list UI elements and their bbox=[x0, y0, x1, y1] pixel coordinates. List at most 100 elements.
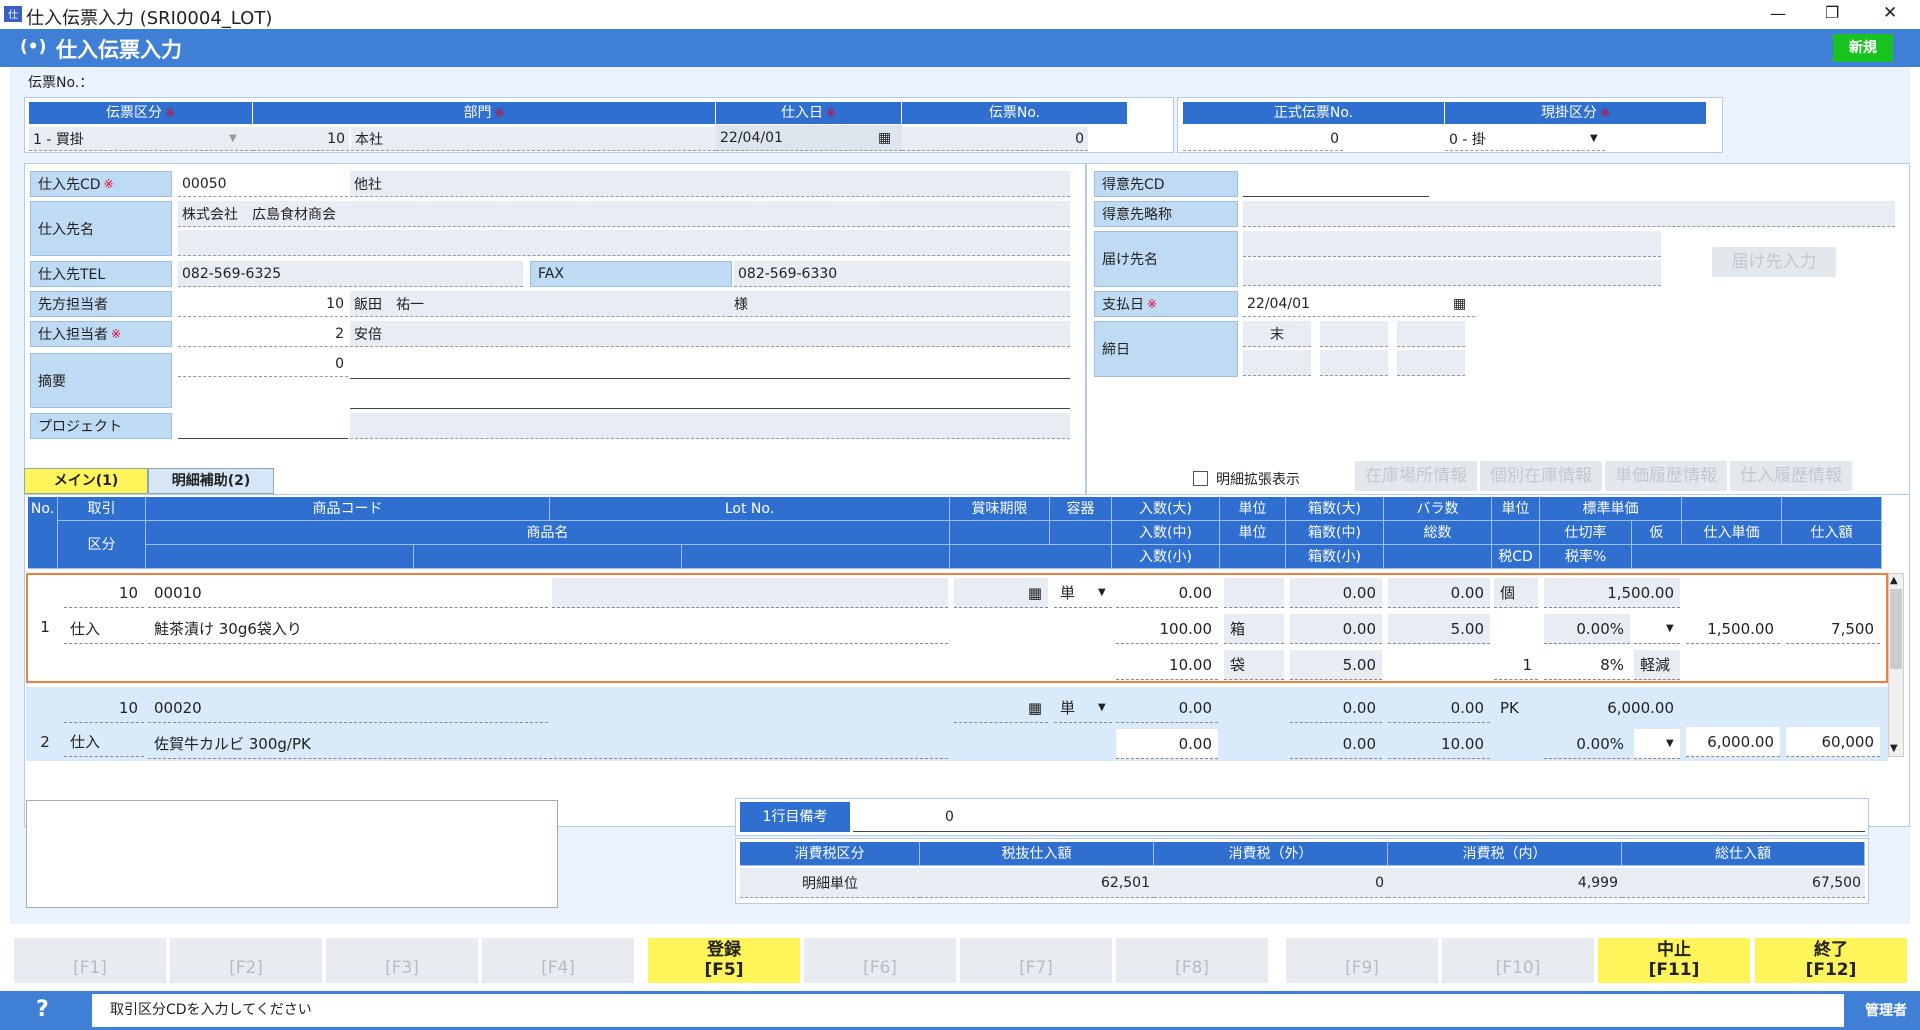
sum-h-net: 税抜仕入額 bbox=[920, 842, 1154, 866]
in-m[interactable]: 100.00 bbox=[1116, 614, 1218, 644]
staff-cd-field[interactable]: 2 bbox=[178, 321, 348, 347]
bara[interactable]: 0.00 bbox=[1388, 578, 1490, 608]
calendar-icon[interactable]: ▦ bbox=[878, 130, 891, 146]
note-value[interactable]: 0 bbox=[853, 802, 1865, 832]
lot-field[interactable] bbox=[552, 578, 948, 608]
box-l[interactable]: 0.00 bbox=[1290, 578, 1382, 608]
in-l[interactable]: 0.00 bbox=[1116, 693, 1218, 723]
box-s[interactable]: 5.00 bbox=[1290, 650, 1382, 680]
h-blank-g bbox=[1632, 545, 1882, 569]
fax-label: FAX bbox=[530, 261, 732, 287]
in-s[interactable]: 10.00 bbox=[1116, 650, 1218, 680]
fkey-10-button[interactable]: [F10] bbox=[1442, 938, 1594, 983]
fkey-6-button[interactable]: [F6] bbox=[804, 938, 956, 983]
h-in-m: 入数(中) bbox=[1112, 521, 1220, 545]
denpyo-kubun-select[interactable]: 1 - 買掛 ▼ bbox=[29, 127, 253, 151]
kobetsu-zaiko-button[interactable]: 個別在庫情報 bbox=[1480, 461, 1602, 491]
box-m[interactable]: 0.00 bbox=[1290, 729, 1382, 759]
total: 10.00 bbox=[1388, 729, 1490, 759]
contact-cd-field[interactable]: 10 bbox=[178, 291, 348, 317]
taxrate: 8% bbox=[1544, 650, 1630, 680]
price[interactable]: 1,500.00 bbox=[1686, 614, 1780, 644]
kari-select[interactable]: ▼ bbox=[1634, 614, 1680, 644]
calendar-icon[interactable]: ▦ bbox=[1028, 584, 1042, 602]
container-select[interactable]: 単 ▼ bbox=[1054, 578, 1112, 608]
seishiki-no-field[interactable]: 0 bbox=[1183, 127, 1343, 151]
kari-select[interactable]: ▼ bbox=[1634, 729, 1680, 759]
fkey-2-button[interactable]: [F2] bbox=[170, 938, 322, 983]
torihiki-cd-field[interactable]: 10 bbox=[64, 693, 144, 723]
pay-date-field[interactable]: 22/04/01 ▦ bbox=[1243, 291, 1475, 317]
tab-sub[interactable]: 明細補助(2) bbox=[148, 468, 274, 494]
memo-textarea[interactable] bbox=[26, 800, 558, 908]
bumon-cd-field[interactable]: 10 bbox=[253, 127, 349, 151]
fkey-label: [F11] bbox=[1648, 960, 1700, 980]
memo-text-1[interactable] bbox=[350, 351, 1070, 379]
customer-short-field bbox=[1243, 201, 1895, 227]
denpyo-no-field: 0 bbox=[902, 127, 1088, 151]
fkey-label: [F3] bbox=[385, 958, 419, 978]
status-message: 取引区分CDを入力してください bbox=[92, 994, 1844, 1027]
memo-cd-field[interactable]: 0 bbox=[178, 351, 348, 377]
close-date-3b bbox=[1397, 350, 1465, 376]
calendar-icon[interactable]: ▦ bbox=[1453, 296, 1466, 312]
minimize-button[interactable]: — bbox=[1770, 4, 1786, 23]
bara[interactable]: 0.00 bbox=[1388, 693, 1490, 723]
dest-input-button[interactable]: 届け先入力 bbox=[1712, 247, 1836, 277]
app-icon: 仕 bbox=[4, 6, 22, 22]
shiire-rireki-button[interactable]: 仕入履歴情報 bbox=[1730, 461, 1852, 491]
calendar-icon[interactable]: ▦ bbox=[1028, 699, 1042, 717]
in-l[interactable]: 0.00 bbox=[1116, 578, 1218, 608]
project-cd-field[interactable] bbox=[178, 413, 348, 439]
fkey-3-button[interactable]: [F3] bbox=[326, 938, 478, 983]
fkey-8-button[interactable]: [F8] bbox=[1116, 938, 1268, 983]
fkey-7-button[interactable]: [F7] bbox=[960, 938, 1112, 983]
project-name-field bbox=[350, 413, 1070, 439]
box-l[interactable]: 0.00 bbox=[1290, 693, 1382, 723]
item-code-field[interactable]: 00020 bbox=[148, 693, 548, 723]
tab-main[interactable]: メイン(1) bbox=[24, 468, 148, 494]
in-m[interactable]: 0.00 bbox=[1116, 729, 1218, 759]
fkey-9-button[interactable]: [F9] bbox=[1286, 938, 1438, 983]
memo-label: 摘要 bbox=[30, 353, 172, 408]
fkey-5-button[interactable]: 登録 [F5] bbox=[648, 938, 800, 983]
genkake-select[interactable]: 0 - 掛 ▼ bbox=[1445, 127, 1605, 151]
rate[interactable]: 0.00% bbox=[1544, 614, 1630, 644]
fkey-label: [F10] bbox=[1495, 958, 1541, 978]
scroll-down-icon[interactable]: ▼ bbox=[1890, 743, 1898, 754]
h-blank1 bbox=[1682, 497, 1782, 521]
close-button[interactable]: ✕ bbox=[1883, 3, 1897, 23]
taxcd[interactable]: 1 bbox=[1494, 650, 1538, 680]
close-date-2b bbox=[1320, 350, 1388, 376]
zaiko-basho-button[interactable]: 在庫場所情報 bbox=[1355, 461, 1477, 491]
supplier-cd-field[interactable]: 00050 bbox=[178, 171, 348, 197]
fkey-4-button[interactable]: [F4] bbox=[482, 938, 634, 983]
box-m[interactable]: 0.00 bbox=[1290, 614, 1382, 644]
price[interactable]: 6,000.00 bbox=[1686, 727, 1780, 757]
torihiki-cd-field[interactable]: 10 bbox=[64, 578, 144, 608]
scroll-thumb[interactable] bbox=[1890, 589, 1902, 669]
chevron-down-icon: ▼ bbox=[229, 133, 237, 144]
memo-text-2[interactable] bbox=[350, 381, 1070, 409]
help-icon[interactable]: ? bbox=[36, 997, 49, 1022]
item-code-field[interactable]: 00010 bbox=[148, 578, 548, 608]
rate[interactable]: 0.00% bbox=[1544, 729, 1630, 759]
chevron-down-icon: ▼ bbox=[1666, 623, 1674, 634]
fkey-1-button[interactable]: [F1] bbox=[14, 938, 166, 983]
fkey-12-button[interactable]: 終了 [F12] bbox=[1755, 938, 1907, 983]
unit2: PK bbox=[1500, 699, 1519, 717]
expand-checkbox[interactable] bbox=[1193, 471, 1208, 486]
customer-cd-field[interactable] bbox=[1243, 171, 1429, 197]
h-box-m: 箱数(中) bbox=[1286, 521, 1384, 545]
staff-label: 仕入担当者 ※ bbox=[30, 321, 172, 347]
expire-field[interactable]: ▦ bbox=[954, 693, 1048, 723]
fax-field: 082-569-6330 bbox=[734, 261, 1070, 287]
restore-button[interactable]: ❐ bbox=[1825, 3, 1839, 22]
fkey-label: [F1] bbox=[73, 958, 107, 978]
container-select[interactable]: 単 ▼ bbox=[1054, 693, 1112, 723]
fkey-11-button[interactable]: 中止 [F11] bbox=[1598, 938, 1750, 983]
shiire-date-field[interactable]: 22/04/01 ▦ bbox=[716, 125, 902, 151]
tanka-rireki-button[interactable]: 単価履歴情報 bbox=[1605, 461, 1727, 491]
expire-field[interactable]: ▦ bbox=[954, 578, 1048, 608]
scroll-up-icon[interactable]: ▲ bbox=[1890, 575, 1898, 586]
